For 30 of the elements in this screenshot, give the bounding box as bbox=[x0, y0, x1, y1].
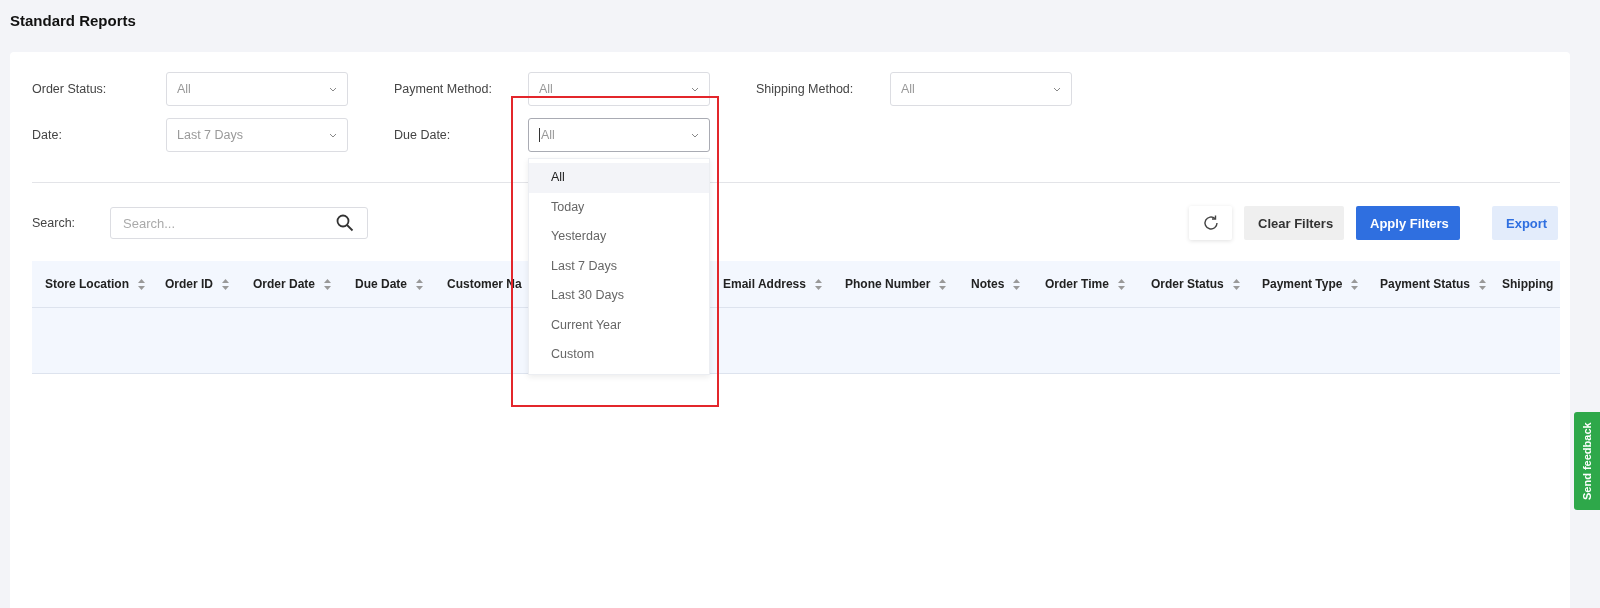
search-label: Search: bbox=[32, 216, 77, 230]
dropdown-option[interactable]: All bbox=[529, 163, 709, 193]
filter-label: Date: bbox=[32, 128, 63, 142]
filter-label: Order Status: bbox=[32, 82, 108, 96]
column-header[interactable]: Payment Status bbox=[1380, 277, 1471, 291]
column-header[interactable]: Phone Number bbox=[845, 277, 931, 291]
column-header[interactable]: Order ID bbox=[165, 277, 213, 291]
column-header[interactable]: Order Status bbox=[1151, 277, 1224, 291]
dropdown-option[interactable]: Current Year bbox=[529, 310, 709, 340]
export-button[interactable]: Export bbox=[1492, 206, 1558, 240]
dropdown-option[interactable]: Last 30 Days bbox=[529, 281, 709, 311]
column-header[interactable]: Store Location bbox=[45, 277, 129, 291]
filter-label: Shipping Method: bbox=[756, 82, 855, 96]
page-title: Standard Reports bbox=[9, 11, 137, 31]
column-header[interactable]: Shipping bbox=[1502, 277, 1554, 291]
column-header[interactable]: Payment Type bbox=[1262, 277, 1343, 291]
apply-filters-button[interactable]: Apply Filters bbox=[1356, 206, 1460, 240]
column-header[interactable]: Email Address bbox=[723, 277, 806, 291]
dropdown-option[interactable]: Today bbox=[529, 192, 709, 222]
column-header[interactable]: Order Time bbox=[1045, 277, 1109, 291]
dropdown-option[interactable]: Last 7 Days bbox=[529, 251, 709, 281]
clear-filters-button[interactable]: Clear Filters bbox=[1244, 206, 1344, 240]
dropdown-option[interactable]: Yesterday bbox=[529, 222, 709, 252]
search-field[interactable]: Search... bbox=[110, 207, 368, 239]
filter-label: Payment Method: bbox=[394, 82, 493, 96]
column-header[interactable]: Due Date bbox=[355, 277, 407, 291]
filter-label: Due Date: bbox=[394, 128, 452, 142]
column-header[interactable]: Notes bbox=[971, 277, 1005, 291]
column-header[interactable]: Order Date bbox=[253, 277, 316, 291]
dropdown-option[interactable]: Custom bbox=[529, 340, 709, 370]
